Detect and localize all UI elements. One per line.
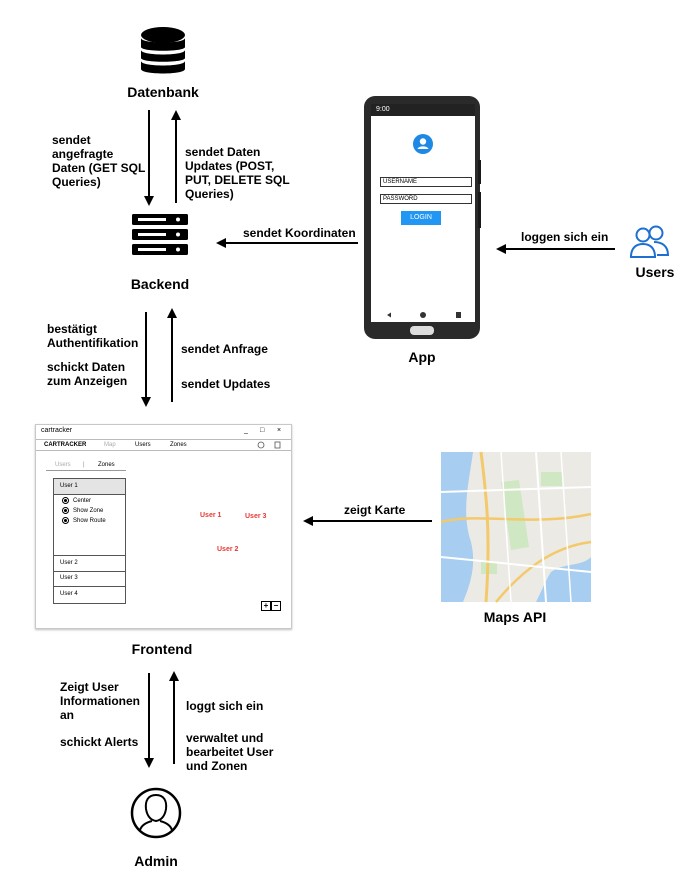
edge-label-app-to-backend: sendet Koordinaten: [243, 226, 356, 240]
user-row-2[interactable]: User 2: [54, 555, 125, 572]
node-admin-label: Admin: [134, 853, 178, 869]
map-marker-label-user-3: User 3: [245, 513, 267, 520]
node-datenbank-label: Datenbank: [127, 84, 199, 100]
refresh-icon: [257, 441, 265, 449]
zoom-out-button[interactable]: −: [271, 601, 281, 611]
node-frontend-label: Frontend: [131, 641, 193, 657]
phone-nav-bar: [387, 312, 461, 318]
edge-label-frontend-to-backend-1: sendet Anfrage: [181, 342, 268, 356]
phone-screen: 9:00 USERNAME PASSWORD LOGIN: [371, 104, 475, 322]
phone-time: 9:00: [376, 106, 390, 113]
menu-users[interactable]: Users: [135, 440, 151, 450]
tab-divider: |: [83, 462, 85, 468]
window-title: cartracker: [41, 427, 73, 434]
close-button[interactable]: ×: [277, 425, 281, 437]
edge-label-maps-to-frontend: zeigt Karte: [344, 503, 406, 517]
username-field[interactable]: USERNAME: [380, 177, 472, 187]
tab-zones[interactable]: Zones: [98, 461, 115, 469]
node-users-label: Users: [635, 264, 675, 280]
tab-users[interactable]: Users: [55, 461, 71, 469]
user-row-1[interactable]: User 1: [54, 479, 125, 495]
menu-zones[interactable]: Zones: [170, 440, 187, 450]
node-backend-label: Backend: [130, 276, 190, 292]
menu-map[interactable]: Map: [104, 440, 116, 450]
option-show-route[interactable]: Show Route: [62, 517, 106, 525]
admin-icon: [130, 787, 182, 839]
users-icon: [629, 225, 670, 258]
maps-api-map-image: [439, 450, 593, 604]
map-marker-label-user-2: User 2: [217, 546, 239, 553]
window-menu-bar: CARTRACKER Map Users Zones: [36, 439, 291, 451]
document-icon: [274, 441, 281, 449]
back-icon: [387, 312, 391, 318]
edge-label-backend-to-db: sendet Daten Updates (POST, PUT, DELETE …: [185, 145, 290, 201]
edge-label-backend-to-frontend-2: schickt Daten zum Anzeigen: [47, 360, 128, 388]
menu-icons: [257, 441, 281, 449]
edge-label-frontend-to-admin-1: Zeigt User Informationen an: [60, 680, 140, 722]
home-icon: [420, 312, 426, 318]
edge-label-admin-to-frontend-2: verwaltet und bearbeitet User und Zonen: [186, 731, 274, 773]
database-icon: [141, 27, 185, 74]
phone-status-bar: 9:00: [371, 104, 475, 116]
window-titlebar: cartracker _ □ ×: [36, 425, 291, 437]
user-avatar-icon: [413, 134, 433, 154]
option-show-zone[interactable]: Show Zone: [62, 507, 103, 515]
map-marker-label-user-1: User 1: [200, 512, 222, 519]
edge-label-users-to-app: loggen sich ein: [521, 230, 609, 244]
zoom-in-button[interactable]: +: [261, 601, 271, 611]
option-center[interactable]: Center: [62, 497, 91, 505]
edge-label-backend-to-frontend-1: bestätigt Authentifikation: [47, 322, 139, 350]
password-field[interactable]: PASSWORD: [380, 194, 472, 204]
edge-label-admin-to-frontend-1: loggt sich ein: [186, 699, 264, 713]
edge-label-frontend-to-admin-2: schickt Alerts: [60, 735, 139, 749]
edge-label-frontend-to-backend-2: sendet Updates: [181, 377, 271, 391]
user-row-3[interactable]: User 3: [54, 571, 125, 587]
frontend-window: cartracker _ □ × CARTRACKER Map Users Zo…: [35, 424, 292, 629]
node-maps-api-label: Maps API: [483, 609, 547, 625]
menu-brand[interactable]: CARTRACKER: [44, 440, 86, 450]
maximize-button[interactable]: □: [260, 425, 264, 437]
recents-icon: [456, 312, 461, 318]
node-app-label: App: [408, 349, 436, 365]
minimize-button[interactable]: _: [244, 425, 248, 437]
server-icon: [132, 214, 188, 255]
edge-label-db-to-backend: sendet angefragte Daten (GET SQL Queries…: [52, 133, 146, 189]
login-button[interactable]: LOGIN: [401, 211, 441, 225]
user-list: User 1 Center Show Zone Show Route User …: [53, 478, 126, 604]
user-row-4[interactable]: User 4: [54, 587, 125, 602]
tabs-underline: [46, 470, 126, 471]
